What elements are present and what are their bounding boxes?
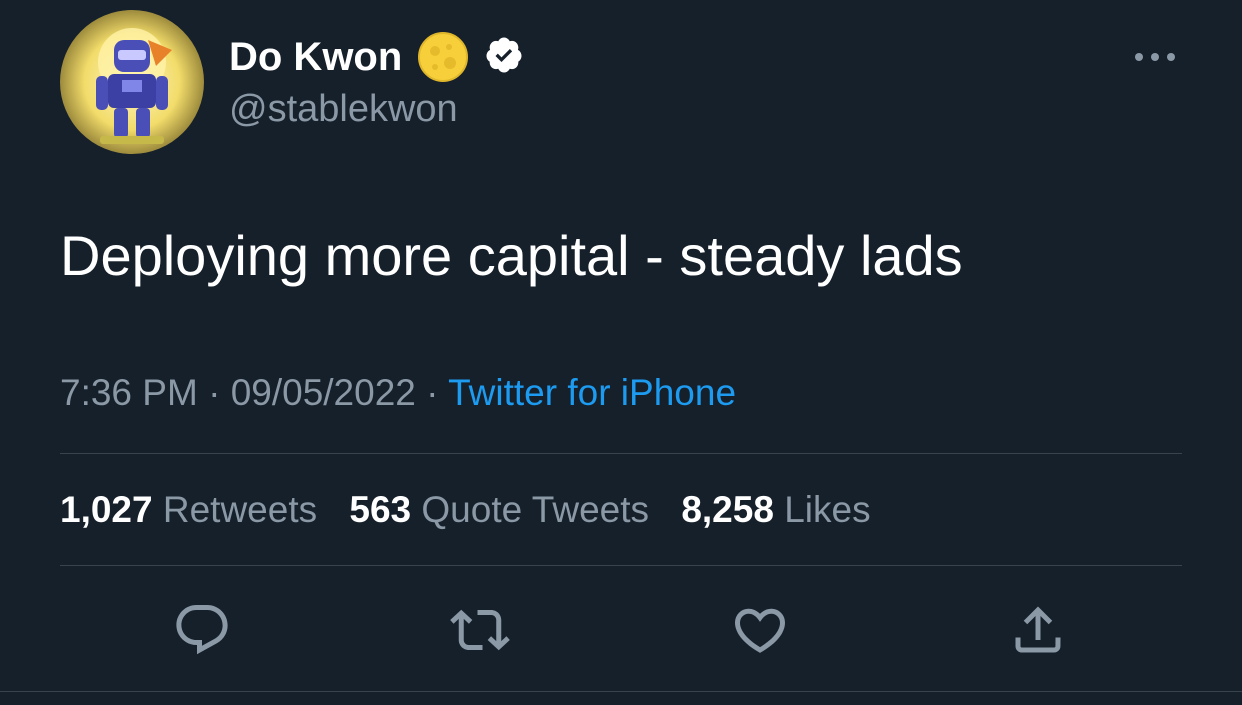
likes-stat[interactable]: 8,258 Likes (681, 487, 870, 533)
divider (60, 565, 1182, 566)
moon-icon (418, 32, 468, 82)
robot-avatar-icon (60, 10, 204, 154)
avatar[interactable] (60, 10, 204, 154)
meta-separator: · (208, 372, 221, 413)
user-handle[interactable]: @stablekwon (229, 86, 458, 132)
retweet-button[interactable] (450, 600, 510, 660)
like-button[interactable] (730, 600, 790, 660)
quote-tweets-stat[interactable]: 563 Quote Tweets (349, 487, 649, 533)
share-button[interactable] (1008, 600, 1068, 660)
reply-icon (176, 605, 228, 655)
reply-button[interactable] (172, 600, 232, 660)
display-name[interactable]: Do Kwon (229, 33, 402, 81)
retweets-label: Retweets (162, 489, 318, 530)
tweet-time[interactable]: 7:36 PM (60, 372, 198, 413)
like-heart-icon (734, 608, 786, 653)
tweet-meta: 7:36 PM · 09/05/2022 · Twitter for iPhon… (60, 370, 736, 416)
tweet-date[interactable]: 09/05/2022 (231, 372, 416, 413)
tweet-stats: 1,027 Retweets 563 Quote Tweets 8,258 Li… (60, 487, 893, 533)
retweets-count: 1,027 (60, 489, 153, 530)
likes-label: Likes (784, 489, 871, 530)
tweet-source-link[interactable]: Twitter for iPhone (448, 372, 736, 413)
quote-tweets-count: 563 (349, 489, 412, 530)
tweet-card: Do Kwon @stablekwon Deploying more capit… (0, 0, 1242, 705)
likes-count: 8,258 (681, 489, 774, 530)
quote-tweets-label: Quote Tweets (421, 489, 650, 530)
divider (60, 453, 1182, 454)
divider (0, 691, 1242, 692)
tweet-text: Deploying more capital - steady lads (60, 224, 963, 287)
more-options-icon[interactable] (1133, 47, 1177, 67)
retweet-icon (450, 609, 510, 651)
meta-separator: · (426, 372, 439, 413)
retweets-stat[interactable]: 1,027 Retweets (60, 487, 317, 533)
share-icon (1015, 606, 1061, 653)
verified-badge-icon (486, 37, 522, 73)
